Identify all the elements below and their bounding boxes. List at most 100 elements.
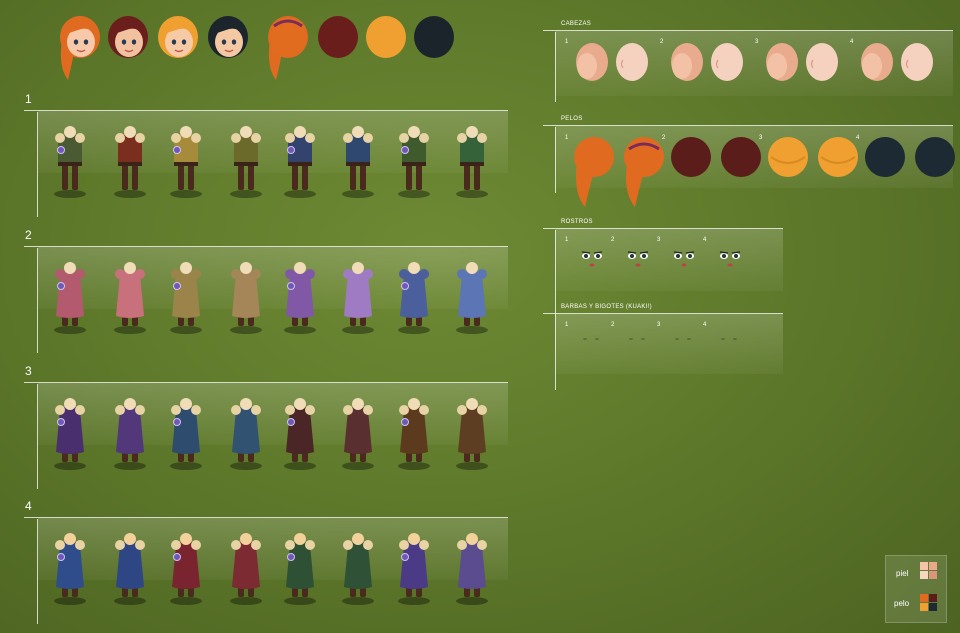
piel-swatch-3	[920, 571, 928, 579]
pelos-num-1: 1	[565, 135, 569, 141]
pelo-label: pelo	[894, 599, 910, 608]
bald-head-2-2	[711, 43, 743, 81]
costume-3-1	[54, 398, 86, 470]
hair-3-1	[768, 137, 808, 177]
costume-1-6	[342, 126, 374, 198]
top-head-6	[318, 16, 358, 58]
costume-3-2	[114, 398, 146, 470]
barbas-num-4: 4	[703, 322, 707, 328]
cabezas-panel: CABEZAS 1 2 3 4	[543, 18, 953, 102]
piel-swatch-4	[929, 571, 937, 579]
costume-3-3	[170, 398, 202, 470]
face-2	[627, 251, 649, 267]
costume-3-8	[456, 398, 488, 470]
beard-3	[675, 338, 691, 340]
top-head-8	[414, 16, 454, 58]
rostros-panel: ROSTROS 1 2 3 4	[543, 216, 783, 390]
bald-head-2-1	[671, 43, 703, 81]
top-head-5	[268, 16, 308, 80]
top-head-4	[208, 16, 248, 58]
piel-swatch-2	[929, 562, 937, 570]
hair-2-1	[671, 137, 711, 177]
costume-2-4	[230, 262, 262, 334]
costume-4-8	[456, 533, 488, 605]
costume-4-7	[398, 533, 430, 605]
row-number-1: 1	[25, 92, 32, 106]
rostros-num-2: 2	[611, 237, 615, 243]
rostros-title: ROSTROS	[561, 219, 593, 225]
costume-4-3	[170, 533, 202, 605]
hair-1-2	[624, 137, 664, 207]
rostros-num-3: 3	[657, 237, 661, 243]
costume-2-8	[456, 262, 488, 334]
costume-2-1	[54, 262, 86, 334]
top-head-1	[60, 16, 100, 80]
costume-4-2	[114, 533, 146, 605]
hair-4-1	[865, 137, 905, 177]
rostros-num-4: 4	[703, 237, 707, 243]
hair-3-2	[818, 137, 858, 177]
costume-2-7	[398, 262, 430, 334]
costume-3-5	[284, 398, 316, 470]
color-legend: piel pelo	[885, 555, 947, 623]
row-number-4: 4	[25, 499, 32, 513]
cabezas-num-1: 1	[565, 39, 569, 45]
costume-2-2	[114, 262, 146, 334]
bald-head-4-1	[861, 43, 893, 81]
cabezas-num-2: 2	[660, 39, 664, 45]
costume-3-7	[398, 398, 430, 470]
bald-head-3-2	[806, 43, 838, 81]
cabezas-title: CABEZAS	[561, 21, 592, 27]
pelos-title: PELOS	[561, 116, 583, 122]
face-4	[719, 251, 741, 267]
costume-1-1	[54, 126, 86, 198]
pelos-num-4: 4	[856, 135, 860, 141]
pelos-num-3: 3	[759, 135, 763, 141]
costume-2-5	[284, 262, 316, 334]
costume-4-1	[54, 533, 86, 605]
bald-head-4-2	[901, 43, 933, 81]
pelo-swatch-1	[920, 594, 928, 602]
cabezas-num-4: 4	[850, 39, 854, 45]
costume-4-4	[230, 533, 262, 605]
bald-head-1-1	[576, 43, 608, 81]
costume-1-2	[114, 126, 146, 198]
top-head-7	[366, 16, 406, 58]
cabezas-num-3: 3	[755, 39, 759, 45]
piel-label: piel	[896, 569, 909, 578]
top-head-3	[158, 16, 198, 58]
pelo-swatch-2	[929, 594, 937, 602]
top-head-2	[108, 16, 148, 58]
rostros-num-1: 1	[565, 237, 569, 243]
costume-1-3	[170, 126, 202, 198]
hair-4-2	[915, 137, 955, 177]
costume-4-5	[284, 533, 316, 605]
barbas-num-1: 1	[565, 322, 569, 328]
row-number-3: 3	[25, 364, 32, 378]
beard-4	[721, 338, 737, 340]
barbas-panel: BARBAS Y BIGOTES (KUAKI!) 1 2 3 4	[543, 301, 783, 374]
costume-1-4	[230, 126, 262, 198]
costume-2-3	[170, 262, 202, 334]
bald-head-3-1	[766, 43, 798, 81]
barbas-title: BARBAS Y BIGOTES (KUAKI!)	[561, 304, 652, 310]
face-3	[673, 251, 695, 267]
row-number-2: 2	[25, 228, 32, 242]
pelo-swatch-3	[920, 603, 928, 611]
beard-2	[629, 338, 645, 340]
face-1	[581, 251, 603, 267]
costume-3-4	[230, 398, 262, 470]
barbas-num-2: 2	[611, 322, 615, 328]
costume-2-6	[342, 262, 374, 334]
hair-1-1	[574, 137, 614, 207]
hair-2-2	[721, 137, 761, 177]
beard-1	[583, 338, 599, 340]
piel-swatch-1	[920, 562, 928, 570]
costume-1-7	[398, 126, 430, 198]
pelo-swatch-4	[929, 603, 937, 611]
bald-head-1-2	[616, 43, 648, 81]
pelos-num-2: 2	[662, 135, 666, 141]
costume-4-6	[342, 533, 374, 605]
costume-1-8	[456, 126, 488, 198]
costume-1-5	[284, 126, 316, 198]
